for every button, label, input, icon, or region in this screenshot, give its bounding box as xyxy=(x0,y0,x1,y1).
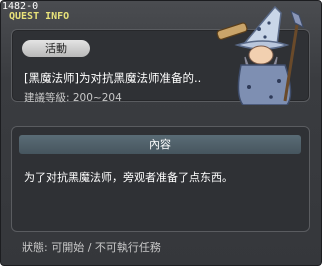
content-description: 为了对抗黑魔法师，旁观者准备了点东西。 xyxy=(24,171,233,184)
quest-info-window: 1482-0 QUEST INFO 活動 [黑魔法师]为对抗黑魔法师准备的.. … xyxy=(0,0,322,266)
quest-name: [黑魔法师]为对抗黑魔法师准备的.. xyxy=(24,71,202,85)
quest-content-panel: 內容 为了对抗黑魔法师，旁观者准备了点东西。 xyxy=(11,126,310,232)
recommended-level: 建議等級: 200~204 xyxy=(24,92,122,104)
content-header: 內容 xyxy=(19,135,301,154)
quest-status: 狀態: 可開始 / 不可執行任務 xyxy=(22,241,161,254)
wizard-npc-icon xyxy=(215,5,321,106)
window-title: QUEST INFO xyxy=(9,11,70,22)
quest-category-badge: 活動 xyxy=(22,40,90,57)
